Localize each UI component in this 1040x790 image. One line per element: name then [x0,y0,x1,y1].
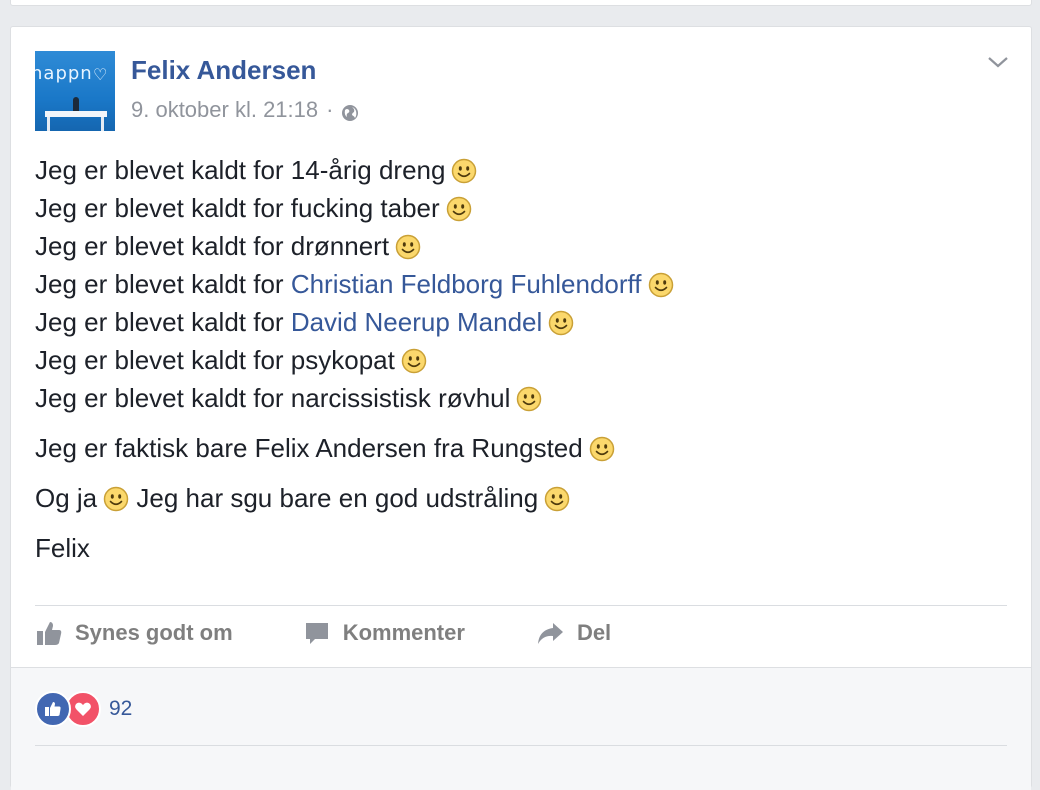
divider [35,745,1007,746]
smiley-emoji-icon [446,194,472,222]
post-lines: Jeg er blevet kaldt for 14-årig dreng Jeg… [35,151,995,417]
smiley-emoji-icon [544,484,570,512]
post-paragraph: Og ja Jeg har sgu bare en god udstråling [35,479,995,517]
reactions-summary[interactable]: 92 [35,691,132,727]
smiley-emoji-icon [103,484,129,512]
post-line: Jeg er blevet kaldt for Christian Feldbo… [35,265,995,303]
post-line: Jeg er blevet kaldt for drønnert [35,227,995,265]
line-text: Jeg er blevet kaldt for psykopat [35,345,395,375]
avatar-table [45,111,107,117]
avatar-plant [73,97,79,111]
smiley-emoji-icon [395,232,421,260]
tagged-person-link[interactable]: Christian Feldborg Fuhlendorff [291,269,642,299]
comment-button[interactable]: Kommenter [303,619,465,647]
heart-icon: ♡ [93,67,108,84]
post-line: Jeg er blevet kaldt for David Neerup Man… [35,303,995,341]
previous-post-card [10,0,1032,6]
line-text: Jeg er blevet kaldt for drønnert [35,231,390,261]
post-card: happn ♡ Felix Andersen 9. oktober kl. 21… [10,26,1032,790]
paragraph-text: Jeg har sgu bare en god udstråling [136,483,539,513]
post-body: Jeg er blevet kaldt for 14-årig dreng Jeg… [35,151,995,567]
like-button[interactable]: Synes godt om [35,619,233,647]
like-label: Synes godt om [75,620,233,645]
tagged-person-link[interactable]: David Neerup Mandel [291,307,542,337]
smiley-emoji-icon [516,384,542,412]
post-timestamp[interactable]: 9. oktober kl. 21:18 [131,97,318,123]
smiley-emoji-icon [548,308,574,336]
smiley-emoji-icon [589,434,615,462]
avatar[interactable]: happn ♡ [35,51,115,131]
post-paragraph: Jeg er faktisk bare Felix Andersen fra R… [35,429,995,467]
avatar-table-leg [101,117,104,131]
line-text: Jeg er blevet kaldt for [35,269,291,299]
post-line: Jeg er blevet kaldt for narcissistisk rø… [35,379,995,417]
paragraph-text: Og ja [35,483,98,513]
smiley-emoji-icon [451,156,477,184]
share-icon [537,623,563,644]
globe-icon[interactable] [341,102,359,121]
line-text: Jeg er blevet kaldt for 14-årig dreng [35,155,446,185]
line-text: Jeg er blevet kaldt for narcissistisk rø… [35,383,511,413]
post-signature: Felix [35,533,90,563]
line-text: Jeg er blevet kaldt for fucking taber [35,193,440,223]
line-text: Jeg er blevet kaldt for [35,307,291,337]
paragraph-text: Jeg er faktisk bare Felix Andersen fra R… [35,433,583,463]
comment-label: Kommenter [342,620,465,645]
author-name[interactable]: Felix Andersen [131,55,316,86]
smiley-emoji-icon [401,346,427,374]
like-icon [35,691,71,727]
chevron-down-icon[interactable] [987,55,1009,69]
reaction-count: 92 [109,697,133,720]
divider [35,605,1007,606]
avatar-table-leg [47,117,50,131]
post-meta: 9. oktober kl. 21:18 · [131,97,359,123]
smiley-emoji-icon [648,270,674,298]
post-line: Jeg er blevet kaldt for fucking taber [35,189,995,227]
comment-icon [305,623,328,644]
post-line: Jeg er blevet kaldt for psykopat [35,341,995,379]
meta-separator: · [326,97,334,122]
reactions-area [11,667,1031,790]
share-button[interactable]: Del [535,619,611,647]
share-label: Del [576,620,612,645]
post-line: Jeg er blevet kaldt for 14-årig dreng [35,151,995,189]
thumbs-up-icon [37,622,62,645]
avatar-brand-text: happn [35,63,93,84]
action-bar: Synes godt om Kommenter Del [35,619,611,647]
